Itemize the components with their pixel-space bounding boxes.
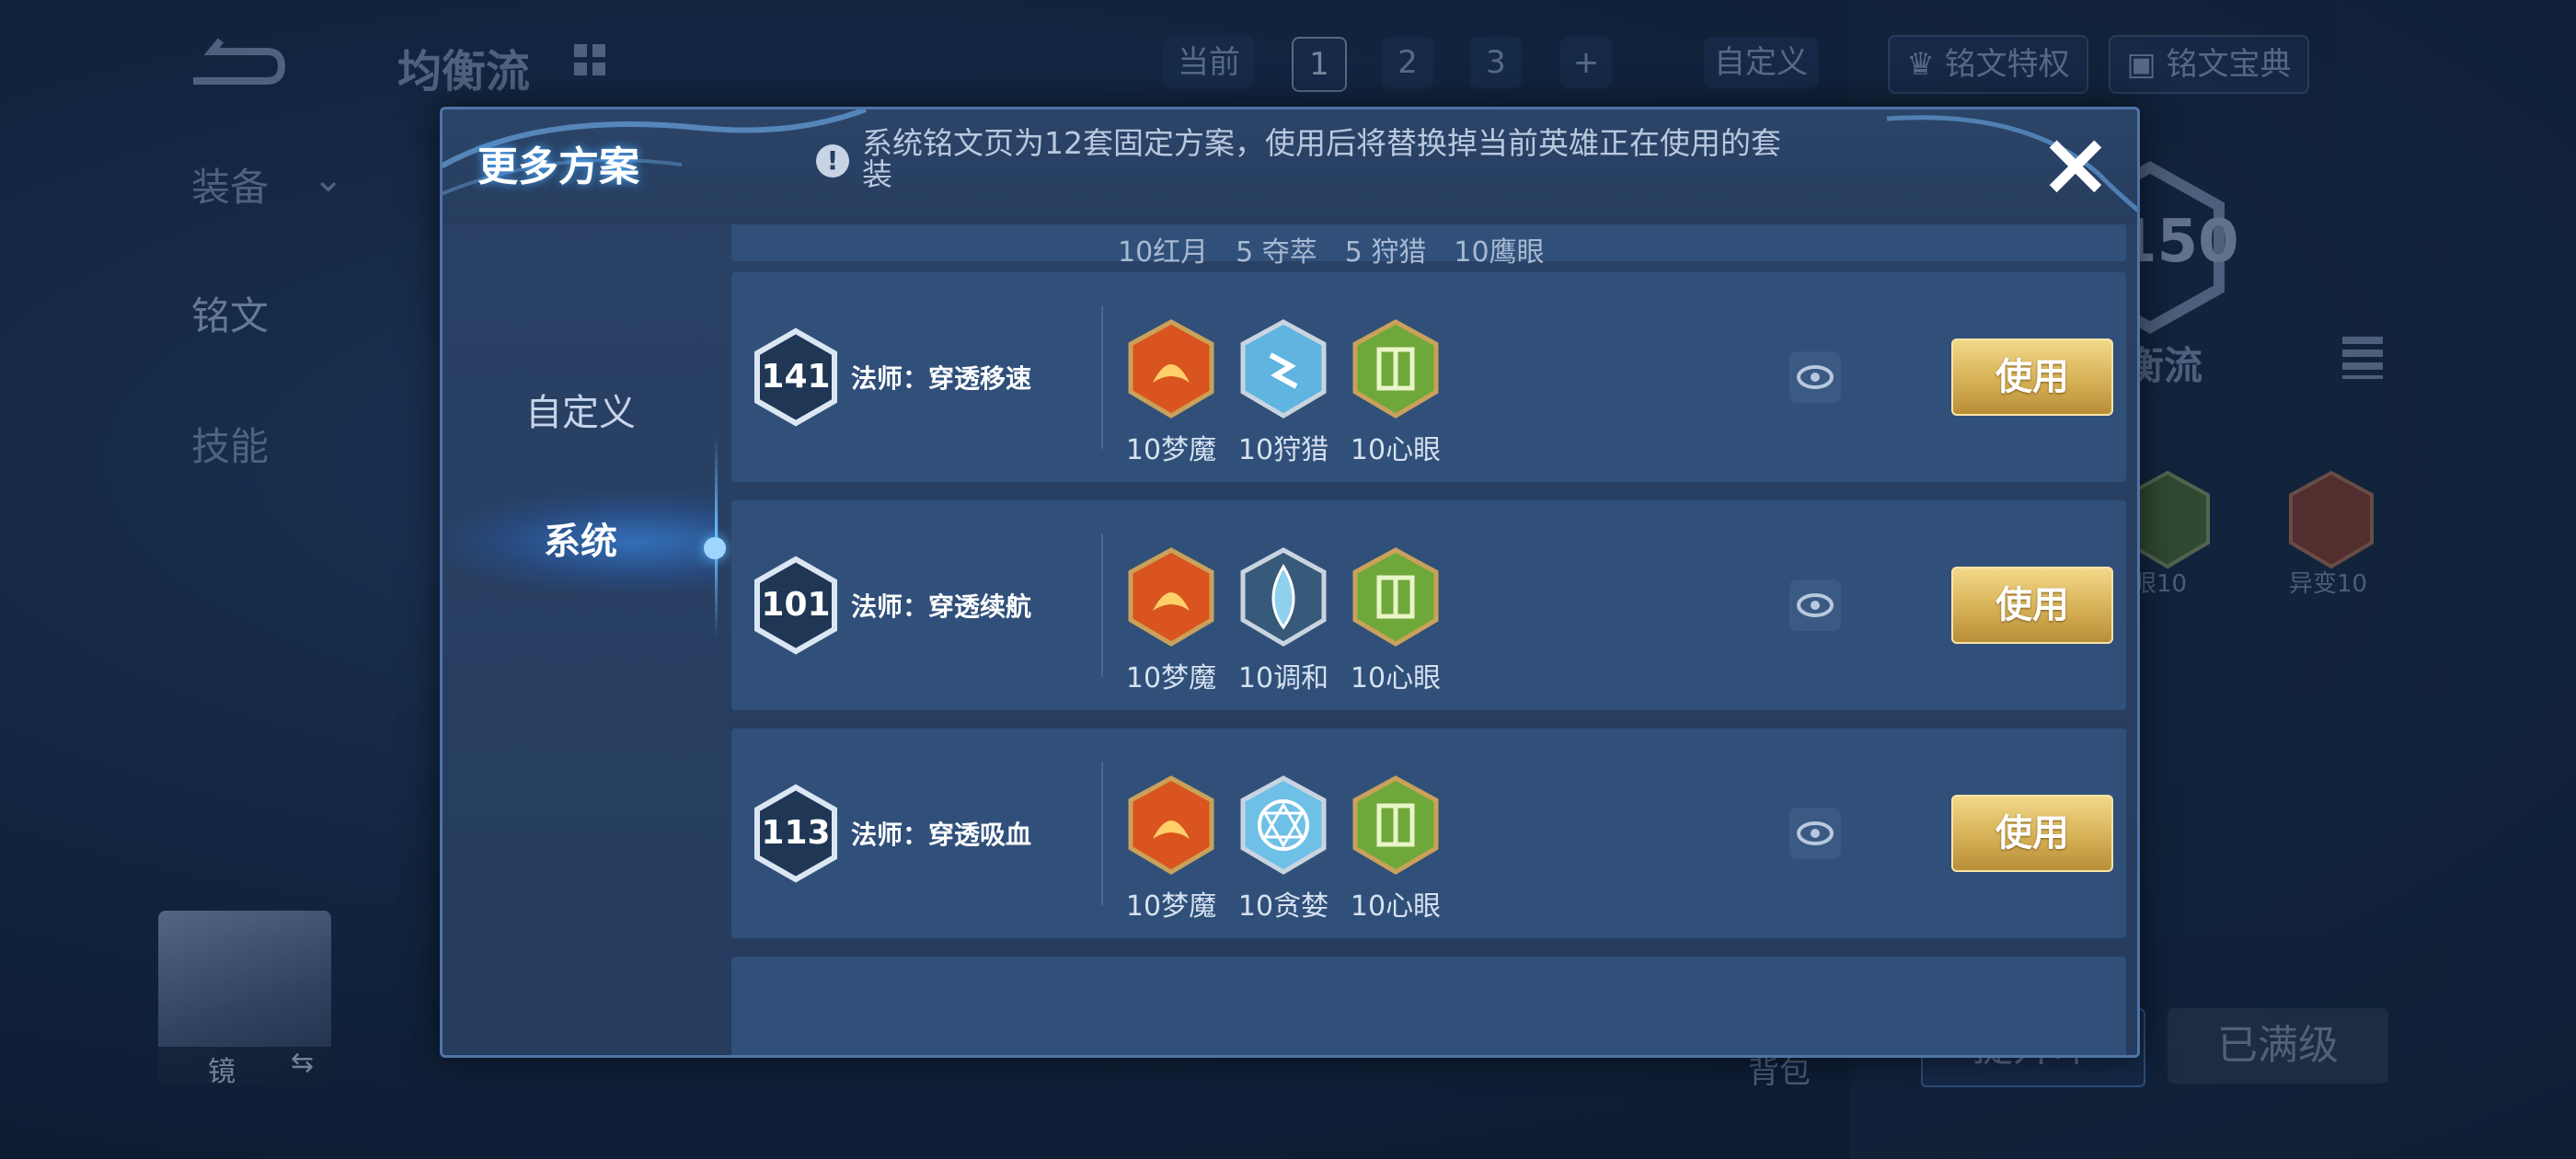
menu-lines-icon[interactable] — [2342, 337, 2383, 379]
nav-equipment[interactable]: 装备 — [191, 156, 269, 212]
red-dream-rune-icon — [1128, 319, 1214, 419]
rune-slot: 10心眼 — [1350, 546, 1442, 694]
eye-icon — [1797, 365, 1834, 389]
current-label: 当前 — [1163, 37, 1255, 88]
green-mind-eye-rune-icon — [1352, 547, 1439, 647]
rune-label: 10狩猎 — [1237, 434, 1329, 466]
hero-title: 均衡流 — [397, 46, 531, 98]
page-tab-2[interactable]: 2 — [1382, 37, 1433, 88]
plan-name: 法师：穿透续航 — [851, 591, 1032, 622]
crown-icon: ♛ — [1906, 46, 1935, 83]
rune-label: 10心眼 — [1350, 662, 1442, 694]
green-mind-eye-rune-icon — [1352, 775, 1439, 875]
hero-portrait[interactable]: 镜 ⇆ — [158, 911, 331, 1084]
blue-harmony-rune-icon — [1240, 547, 1327, 647]
rune-codex-button[interactable]: ▣ 铭文宝典 — [2109, 35, 2309, 94]
close-icon[interactable]: × — [2034, 120, 2117, 208]
row-divider — [1101, 534, 1103, 677]
plan-name: 法师：穿透吸血 — [851, 820, 1032, 850]
plan-list[interactable]: 10红月 5 夺萃 5 狩猎 10鹰眼 141 法师：穿透移速 10梦魔 10狩… — [731, 224, 2126, 1055]
rune-slot: 10梦魔 — [1125, 318, 1217, 466]
rune-label: 10调和 — [1237, 662, 1329, 694]
plan-row: 141 法师：穿透移速 10梦魔 10狩猎 10心眼 使用 — [731, 272, 2126, 482]
rune-slot: 10梦魔 — [1125, 546, 1217, 694]
level-badge: 113 — [752, 784, 840, 883]
add-page-button[interactable]: + — [1560, 37, 1612, 88]
red-dream-rune-icon — [1128, 547, 1214, 647]
eye-icon — [1797, 821, 1834, 845]
more-plans-modal: 更多方案 ! 系统铭文页为12套固定方案，使用后将替换掉当前英雄正在使用的套装 … — [440, 107, 2140, 1058]
notice-text: 系统铭文页为12套固定方案，使用后将替换掉当前英雄正在使用的套装 — [862, 125, 1781, 192]
level-badge: 141 — [752, 327, 840, 427]
plan-row: 101 法师：穿透续航 10梦魔 10调和 10心眼 使用 — [731, 500, 2126, 710]
rune-slot: 10狩猎 — [1237, 318, 1329, 466]
nav-skill[interactable]: 技能 — [191, 416, 269, 472]
row-divider — [1101, 305, 1103, 449]
chevron-down-icon: ⌄ — [313, 158, 344, 201]
plan-level: 101 — [761, 586, 831, 624]
level-badge: 101 — [752, 556, 840, 655]
hero-name: 镜 — [208, 1056, 236, 1084]
rune-label: 10心眼 — [1350, 434, 1442, 466]
rune-privilege-label: 铭文特权 — [1944, 46, 2070, 83]
rune-slot: 10调和 — [1237, 546, 1329, 694]
tab-system[interactable]: 系统 — [443, 500, 719, 583]
use-button[interactable]: 使用 — [1951, 795, 2113, 872]
rune-slot: 10心眼 — [1350, 775, 1442, 923]
modal-sidebar: 自定义 系统 — [443, 224, 726, 1055]
list-item-partial: 10红月 5 夺萃 5 狩猎 10鹰眼 — [731, 224, 2126, 269]
rune-label: 10梦魔 — [1125, 890, 1217, 923]
preview-button[interactable] — [1789, 808, 1841, 859]
rune-label: 10心眼 — [1350, 890, 1442, 923]
book-icon: ▣ — [2126, 46, 2156, 83]
rune-codex-label: 铭文宝典 — [2166, 46, 2292, 83]
rune-privilege-button[interactable]: ♛ 铭文特权 — [1888, 35, 2088, 94]
plan-level: 141 — [761, 358, 831, 396]
bg-rune-label-eye: 眼10 — [2133, 570, 2188, 598]
partial-rune-summary: 10红月 5 夺萃 5 狩猎 10鹰眼 — [1118, 236, 1545, 269]
modal-title: 更多方案 — [477, 143, 639, 190]
hero-portrait-bar: 镜 ⇆ — [158, 1047, 331, 1084]
list-item-partial — [731, 957, 2126, 1055]
rune-label: 10梦魔 — [1125, 434, 1217, 466]
rune-label: 10梦魔 — [1125, 662, 1217, 694]
back-arrow-icon[interactable] — [184, 35, 287, 90]
bg-rune-label-mutation: 异变10 — [2289, 570, 2368, 598]
active-tab-indicator — [704, 537, 726, 559]
eye-icon — [1797, 593, 1834, 617]
tab-custom[interactable]: 自定义 — [443, 372, 719, 454]
preview-button[interactable] — [1789, 580, 1841, 631]
blue-greed-rune-icon — [1240, 775, 1327, 875]
preview-button[interactable] — [1789, 351, 1841, 403]
page-tab-3[interactable]: 3 — [1470, 37, 1522, 88]
rune-slot: 10贪婪 — [1237, 775, 1329, 923]
blue-hunt-rune-icon — [1240, 319, 1327, 419]
use-button[interactable]: 使用 — [1951, 339, 2113, 416]
row-divider — [1101, 762, 1103, 905]
info-icon: ! — [816, 144, 849, 178]
green-mind-eye-rune-icon — [1352, 319, 1439, 419]
rune-slot: 10心眼 — [1350, 318, 1442, 466]
maxed-button: 已满级 — [2168, 1008, 2388, 1084]
modal-header: 更多方案 ! 系统铭文页为12套固定方案，使用后将替换掉当前英雄正在使用的套装 … — [443, 109, 2137, 224]
nav-rune[interactable]: 铭文 — [191, 285, 269, 341]
rune-label: 10贪婪 — [1237, 890, 1329, 923]
use-button[interactable]: 使用 — [1951, 567, 2113, 644]
custom-button[interactable]: 自定义 — [1704, 37, 1818, 88]
plan-name: 法师：穿透移速 — [851, 363, 1032, 394]
plan-row: 113 法师：穿透吸血 10梦魔 10贪婪 10心眼 使用 — [731, 729, 2126, 938]
swap-icon[interactable]: ⇆ — [291, 1047, 314, 1079]
plan-level: 113 — [761, 814, 831, 852]
red-dream-rune-icon — [1128, 775, 1214, 875]
bg-rune-red-icon — [2289, 470, 2374, 569]
page-tab-1[interactable]: 1 — [1292, 37, 1347, 92]
grid-menu-icon[interactable] — [572, 42, 607, 77]
rune-slot: 10梦魔 — [1125, 775, 1217, 923]
